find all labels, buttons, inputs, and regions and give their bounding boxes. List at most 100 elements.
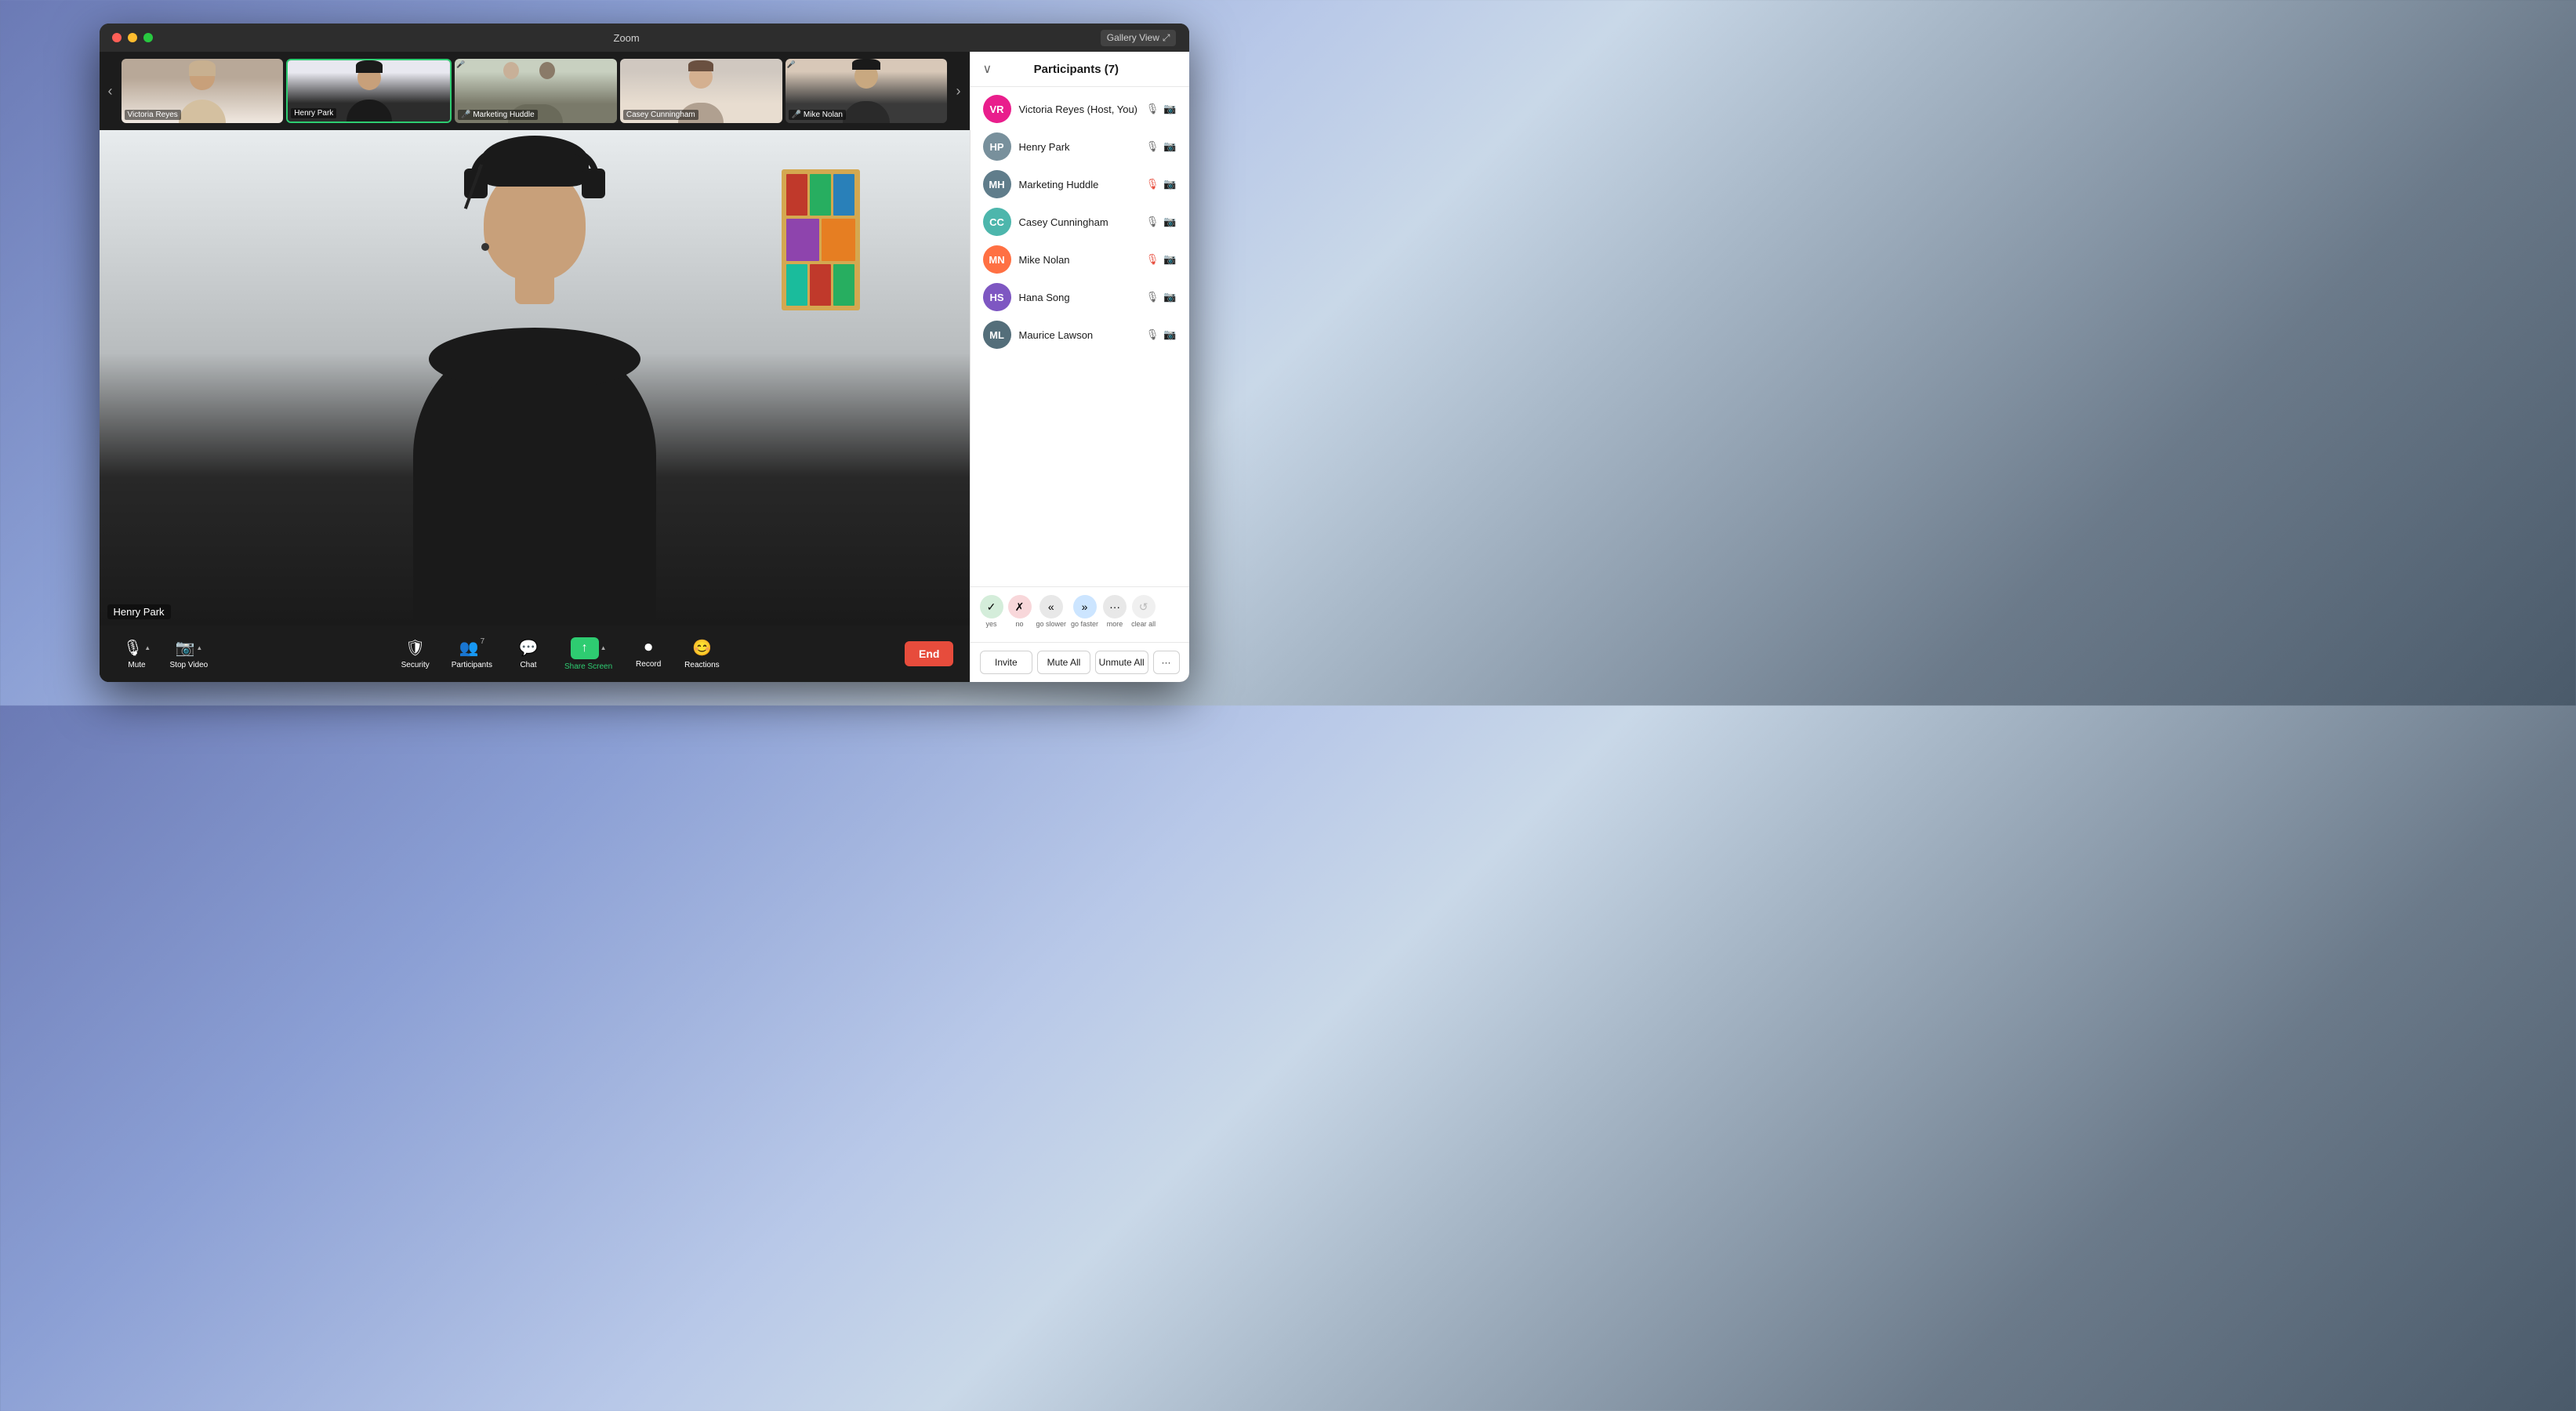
more-label: more [1107,620,1123,628]
toolbar-right: End [905,641,953,666]
participant-item-marketing[interactable]: MH Marketing Huddle 🎙 📷 [971,165,1189,203]
gallery-view-button[interactable]: Gallery View ⤢ [1101,30,1177,46]
more-icon: ··· [1103,595,1127,618]
yes-label: yes [985,620,996,628]
reaction-bar: ✓ yes ✗ no « go slower » go faster [971,586,1189,643]
main-content: ‹ Victoria Reyes [100,52,1189,682]
cam-icon-hana: 📷 [1163,291,1176,303]
participants-icon: 👥 [459,638,479,658]
avatar-hana: HS [983,283,1011,311]
go-faster-icon: » [1073,595,1097,618]
reaction-clear-all-button[interactable]: ↺ clear all [1131,595,1156,628]
mic-icon-hana: 🎙 [1146,291,1159,303]
thumbnail-mike-nolan[interactable]: 🎤 🎤 Mike Nolan [785,59,948,123]
mute-all-button[interactable]: Mute All [1037,651,1090,674]
more-options-button[interactable]: ··· [1153,651,1180,674]
unmute-all-button[interactable]: Unmute All [1095,651,1148,674]
avatar-casey: CC [983,208,1011,236]
toolbar: 🎙 ▲ Mute 📷 ▲ Stop Video [100,626,970,682]
cam-icon-henry: 📷 [1163,140,1176,153]
avatar-mike: MN [983,245,1011,274]
invite-button[interactable]: Invite [980,651,1033,674]
record-label: Record [636,660,661,669]
share-arrow-icon[interactable]: ▲ [600,644,607,651]
record-button[interactable]: ⏺ Record [626,636,670,672]
camera-icon: 📷 [175,638,194,658]
maximize-button[interactable] [143,33,153,42]
reaction-yes-button[interactable]: ✓ yes [980,595,1003,628]
mute-button[interactable]: 🎙 ▲ Mute [115,635,159,673]
panel-header: ∨ Participants (7) [971,52,1189,87]
clear-all-label: clear all [1131,620,1156,628]
window-title: Zoom [614,32,640,44]
participants-button[interactable]: 👥 7 Participants [444,635,500,673]
video-area: ‹ Victoria Reyes [100,52,970,682]
mic-muted-indicator: 🎤 [456,60,465,69]
avatar-marketing: MH [983,170,1011,198]
participant-name-mike: Mike Nolan [1019,254,1138,266]
panel-title: Participants (7) [1034,63,1119,76]
security-button[interactable]: 🛡 Security [394,635,437,673]
mic-icon-maurice: 🎙 [1146,328,1159,341]
stop-video-button[interactable]: 📷 ▲ Stop Video [162,635,216,673]
reactions-button[interactable]: 😊 Reactions [677,635,727,673]
participant-item-victoria[interactable]: VR Victoria Reyes (Host, You) 🎙 📷 [971,90,1189,128]
go-slower-label: go slower [1036,620,1067,628]
share-screen-button[interactable]: ↑ ▲ Share Screen [557,634,620,674]
participant-name-henry: Henry Park [1019,141,1138,153]
zoom-window: Zoom Gallery View ⤢ ‹ Victoria [100,24,1189,682]
thumbnail-list: Victoria Reyes Henry Park [122,59,948,123]
share-screen-icon: ↑ [571,637,599,659]
security-label: Security [401,661,430,669]
chat-button[interactable]: 💬 Chat [506,635,550,673]
reaction-more-button[interactable]: ··· more [1103,595,1127,628]
prev-nav-button[interactable]: ‹ [100,83,122,100]
thumbnail-label-marketing: 🎤 Marketing Huddle [458,110,538,120]
participant-name-hana: Hana Song [1019,292,1138,303]
reaction-go-faster-button[interactable]: » go faster [1071,595,1098,628]
avatar-henry: HP [983,132,1011,161]
window-controls [112,33,153,42]
participants-panel: ∨ Participants (7) VR Victoria Reyes (Ho… [970,52,1189,682]
reaction-go-slower-button[interactable]: « go slower [1036,595,1067,628]
participants-label: Participants [452,661,492,669]
thumbnail-label-victoria: Victoria Reyes [125,110,181,120]
reaction-buttons: ✓ yes ✗ no « go slower » go faster [980,595,1180,628]
thumbnail-marketing-huddle[interactable]: 🎤 🎤 Marketing Huddle [455,59,617,123]
toolbar-left: 🎙 ▲ Mute 📷 ▲ Stop Video [115,635,216,673]
go-slower-icon: « [1039,595,1063,618]
mute-arrow-icon[interactable]: ▲ [144,644,151,651]
panel-action-buttons: Invite Mute All Unmute All ··· [971,643,1189,682]
thumbnail-label-casey: Casey Cunningham [623,110,698,120]
avatar-victoria: VR [983,95,1011,123]
end-button[interactable]: End [905,641,953,666]
background-shelf [782,169,860,310]
video-arrow-icon[interactable]: ▲ [196,644,202,651]
collapse-panel-button[interactable]: ∨ [983,61,992,77]
minimize-button[interactable] [128,33,137,42]
participant-item-henry[interactable]: HP Henry Park 🎙 📷 [971,128,1189,165]
thumbnail-victoria-reyes[interactable]: Victoria Reyes [122,59,284,123]
participant-item-mike[interactable]: MN Mike Nolan 🎙 📷 [971,241,1189,278]
reactions-label: Reactions [684,661,719,669]
participant-item-casey[interactable]: CC Casey Cunningham 🎙 📷 [971,203,1189,241]
close-button[interactable] [112,33,122,42]
participant-item-hana[interactable]: HS Hana Song 🎙 📷 [971,278,1189,316]
participant-name-marketing: Marketing Huddle [1019,179,1138,190]
mic-muted-icon-mike: 🎙 [1146,253,1159,266]
security-icon: 🛡 [405,638,425,658]
avatar-maurice: ML [983,321,1011,349]
chat-label: Chat [520,661,536,669]
thumbnail-henry-park[interactable]: Henry Park [286,59,452,123]
reaction-no-button[interactable]: ✗ no [1008,595,1032,628]
cam-icon-marketing: 📷 [1163,178,1176,190]
main-speaker-view: Henry Park [100,130,970,626]
participant-item-maurice[interactable]: ML Maurice Lawson 🎙 📷 [971,316,1189,354]
mic-icon-casey: 🎙 [1146,216,1159,228]
next-nav-button[interactable]: › [948,83,970,100]
participants-list: VR Victoria Reyes (Host, You) 🎙 📷 HP Hen… [971,87,1189,586]
thumbnail-casey-cunningham[interactable]: Casey Cunningham [620,59,782,123]
participant-name-maurice: Maurice Lawson [1019,329,1138,341]
cam-icon-casey: 📷 [1163,216,1176,228]
yes-icon: ✓ [980,595,1003,618]
